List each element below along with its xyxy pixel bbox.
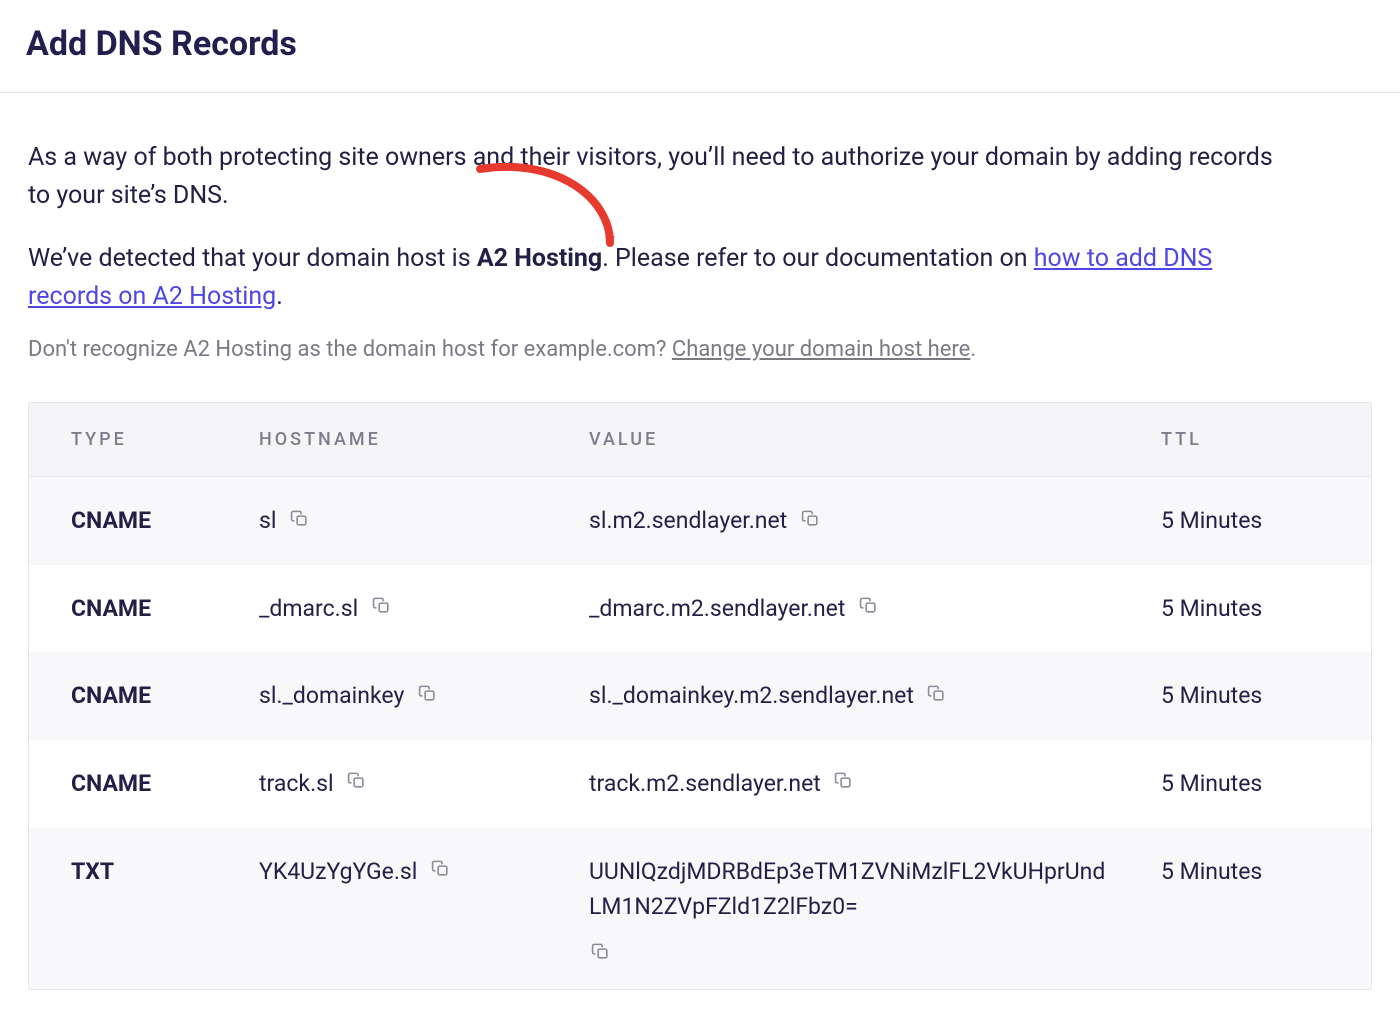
copy-icon[interactable] <box>429 858 451 880</box>
th-value: VALUE <box>569 429 1151 450</box>
copy-icon[interactable] <box>589 941 611 963</box>
table-header-row: TYPE HOSTNAME VALUE TTL <box>29 403 1371 477</box>
cell-value: sl._domainkey.m2.sendlayer.net <box>569 678 1151 714</box>
table-row: CNAME track.sl track.m2.sendlayer.net 5 M… <box>29 740 1371 828</box>
value-text: sl.m2.sendlayer.net <box>589 503 787 539</box>
host-detected-paragraph: We’ve detected that your domain host is … <box>28 240 1288 315</box>
cell-value: track.m2.sendlayer.net <box>569 766 1151 802</box>
cell-type: CNAME <box>29 678 239 714</box>
detect-prefix: We’ve detected that your domain host is <box>28 244 477 273</box>
cell-ttl: 5 Minutes <box>1151 591 1371 627</box>
cell-value: _dmarc.m2.sendlayer.net <box>569 591 1151 627</box>
cell-hostname: YK4UzYgYGe.sl <box>239 854 569 890</box>
header-divider <box>0 92 1400 93</box>
th-ttl: TTL <box>1151 429 1371 450</box>
cell-ttl: 5 Minutes <box>1151 766 1371 802</box>
value-text: sl._domainkey.m2.sendlayer.net <box>589 678 914 714</box>
intro-paragraph: As a way of both protecting site owners … <box>28 139 1288 214</box>
copy-icon[interactable] <box>346 770 368 792</box>
cell-value: sl.m2.sendlayer.net <box>569 503 1151 539</box>
copy-icon[interactable] <box>370 595 392 617</box>
copy-icon[interactable] <box>416 682 438 704</box>
dns-records-table: TYPE HOSTNAME VALUE TTL CNAME sl sl.m2.se… <box>28 402 1372 990</box>
cell-ttl: 5 Minutes <box>1151 854 1371 890</box>
copy-icon[interactable] <box>288 507 310 529</box>
cell-type: CNAME <box>29 503 239 539</box>
value-text: UUNlQzdjMDRBdEp3eTM1ZVNiMzlFL2VkUHprUndL… <box>589 854 1109 925</box>
cell-value: UUNlQzdjMDRBdEp3eTM1ZVNiMzlFL2VkUHprUndL… <box>569 854 1151 963</box>
hostname-text: YK4UzYgYGe.sl <box>259 854 417 890</box>
cell-ttl: 5 Minutes <box>1151 503 1371 539</box>
table-row: CNAME sl sl.m2.sendlayer.net 5 Minutes <box>29 477 1371 565</box>
copy-icon[interactable] <box>799 507 821 529</box>
copy-icon[interactable] <box>926 682 948 704</box>
table-row: CNAME _dmarc.sl _dmarc.m2.sendlayer.net 5… <box>29 565 1371 653</box>
detect-middle: . Please refer to our documentation on <box>602 244 1034 273</box>
th-type: TYPE <box>29 429 239 450</box>
cell-hostname: track.sl <box>239 766 569 802</box>
copy-icon[interactable] <box>857 595 879 617</box>
unrecognize-text: Don't recognize A2 Hosting as the domain… <box>28 337 672 362</box>
cell-type: CNAME <box>29 766 239 802</box>
copy-icon[interactable] <box>833 770 855 792</box>
change-host-paragraph: Don't recognize A2 Hosting as the domain… <box>28 337 1372 362</box>
unrecognize-suffix: . <box>970 337 976 362</box>
detected-host-name: A2 Hosting <box>477 244 602 273</box>
hostname-text: sl._domainkey <box>259 678 404 714</box>
cell-hostname: sl <box>239 503 569 539</box>
th-hostname: HOSTNAME <box>239 429 569 450</box>
hostname-text: track.sl <box>259 766 334 802</box>
detect-suffix: . <box>276 282 283 311</box>
hostname-text: _dmarc.sl <box>259 591 358 627</box>
table-row: CNAME sl._domainkey sl._domainkey.m2.send… <box>29 652 1371 740</box>
table-row: TXT YK4UzYgYGe.sl UUNlQzdjMDRBdEp3eTM1ZVN… <box>29 828 1371 989</box>
value-text: track.m2.sendlayer.net <box>589 766 821 802</box>
cell-ttl: 5 Minutes <box>1151 678 1371 714</box>
cell-hostname: sl._domainkey <box>239 678 569 714</box>
change-host-link[interactable]: Change your domain host here <box>672 337 970 362</box>
hostname-text: sl <box>259 503 276 539</box>
cell-type: CNAME <box>29 591 239 627</box>
value-text: _dmarc.m2.sendlayer.net <box>589 591 845 627</box>
cell-hostname: _dmarc.sl <box>239 591 569 627</box>
cell-type: TXT <box>29 854 239 890</box>
page-title: Add DNS Records <box>26 24 1400 64</box>
